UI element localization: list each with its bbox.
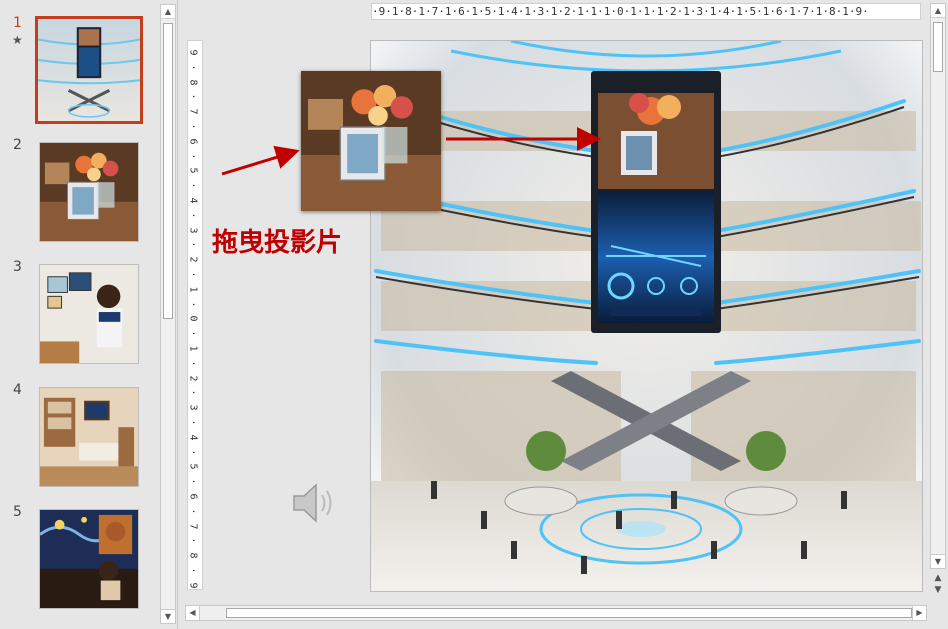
scroll-down-button[interactable]: ▼	[931, 554, 945, 568]
scroll-left-button[interactable]: ◀	[186, 606, 200, 620]
previous-slide-button[interactable]: ▲	[931, 572, 945, 584]
horizontal-scrollbar[interactable]: ◀ ▶	[185, 605, 927, 621]
drag-slide-label: 拖曳投影片	[212, 228, 343, 258]
horizontal-scroll-thumb[interactable]	[226, 608, 912, 618]
scroll-up-button[interactable]: ▲	[931, 4, 945, 18]
next-slide-button[interactable]: ▼	[931, 584, 945, 596]
vertical-scrollbar[interactable]: ▲ ▼	[930, 3, 946, 569]
slide-navigation: ▲ ▼	[931, 572, 945, 604]
scroll-right-button[interactable]: ▶	[912, 606, 926, 620]
annotation-arrows	[221, 127, 601, 176]
vertical-scroll-thumb[interactable]	[933, 22, 943, 72]
arrow-to-dragged-slide	[221, 145, 300, 176]
speaker-icon[interactable]	[290, 480, 338, 530]
